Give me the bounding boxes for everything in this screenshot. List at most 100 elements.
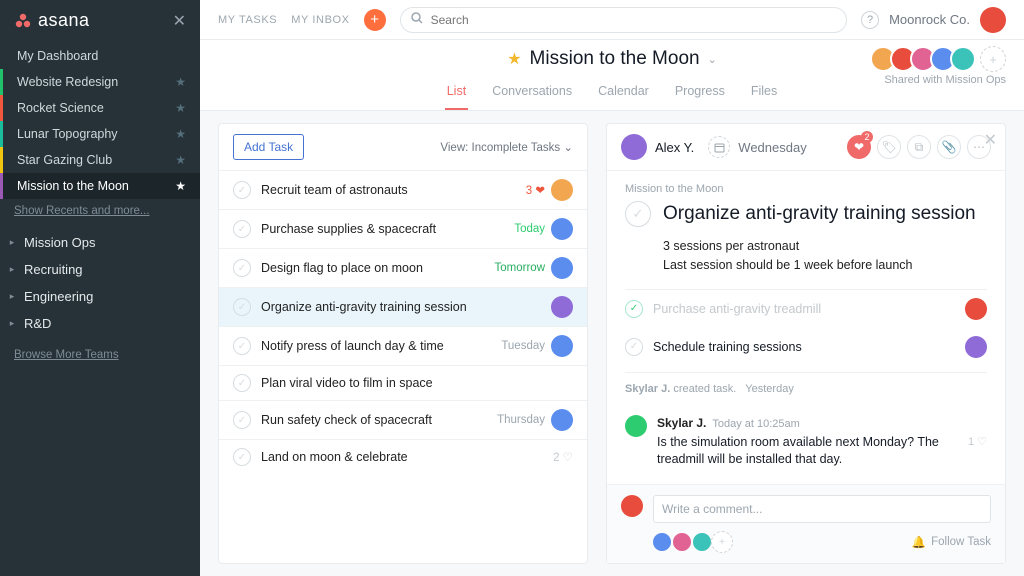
project-title[interactable]: ★ Mission to the Moon ⌄ <box>507 48 717 70</box>
search-input[interactable] <box>431 13 836 27</box>
project-tab[interactable]: List <box>445 78 468 110</box>
team-label: R&D <box>24 316 51 331</box>
task-row-title: Recruit team of astronauts <box>261 183 516 197</box>
add-follower-button[interactable]: + <box>711 531 733 553</box>
team-label: Engineering <box>24 289 93 304</box>
task-row[interactable]: Design flag to place on moonTomorrow <box>219 248 587 287</box>
sidebar-project-item[interactable]: Website Redesign★ <box>0 69 200 95</box>
view-filter[interactable]: View: Incomplete Tasks ⌄ <box>440 140 573 154</box>
star-icon[interactable]: ★ <box>175 179 186 193</box>
task-checkbox[interactable] <box>233 374 251 392</box>
star-icon[interactable]: ★ <box>175 153 186 167</box>
caret-right-icon: ▸ <box>6 237 18 248</box>
sidebar-recents-link[interactable]: Show Recents and more... <box>0 199 200 223</box>
sidebar-project-label: Lunar Topography <box>17 127 118 141</box>
project-tab[interactable]: Progress <box>673 78 727 110</box>
brand-logo: asana <box>14 10 90 31</box>
sidebar-team-item[interactable]: ▸Engineering <box>0 283 200 310</box>
project-tab[interactable]: Conversations <box>490 78 574 110</box>
task-checkbox[interactable] <box>233 220 251 238</box>
subtask-row[interactable]: Purchase anti-gravity treadmill <box>625 290 987 328</box>
task-checkbox[interactable] <box>233 298 251 316</box>
star-icon[interactable]: ★ <box>175 75 186 89</box>
assignee-chip[interactable]: Alex Y. <box>621 134 694 160</box>
help-icon[interactable]: ? <box>861 11 879 29</box>
sidebar-project-item[interactable]: Mission to the Moon ★ <box>0 173 200 199</box>
sidebar-browse-teams-link[interactable]: Browse More Teams <box>0 343 200 367</box>
search-field[interactable] <box>400 7 847 33</box>
quick-add-button[interactable]: + <box>364 9 386 31</box>
task-row[interactable]: Recruit team of astronauts3 ❤ <box>219 170 587 209</box>
topbar-tab-my-inbox[interactable]: MY INBOX <box>291 14 349 26</box>
sidebar-team-item[interactable]: ▸R&D <box>0 310 200 337</box>
member-avatar[interactable] <box>950 46 976 72</box>
chevron-down-icon[interactable]: ⌄ <box>708 53 717 66</box>
follow-task-button[interactable]: 🔔 Follow Task <box>912 535 991 549</box>
task-row[interactable]: Land on moon & celebrate2 ♡ <box>219 439 587 474</box>
activity-author: Skylar J. <box>625 383 670 395</box>
close-icon[interactable]: ✕ <box>984 130 997 150</box>
task-detail-header: Alex Y. Wednesday ❤2 🏷 ⧉ 📎 ⋯ <box>607 124 1005 171</box>
follower-avatar[interactable] <box>671 531 693 553</box>
sidebar-dashboard-label: My Dashboard <box>17 49 98 63</box>
task-checkbox[interactable] <box>233 448 251 466</box>
assignee-avatar <box>551 296 573 318</box>
subtask-checkbox[interactable] <box>625 338 643 356</box>
comment-author: Skylar J. <box>657 416 706 430</box>
due-date-chip[interactable]: Wednesday <box>708 136 806 158</box>
star-icon[interactable]: ★ <box>175 127 186 141</box>
followers-list: + <box>621 531 733 553</box>
subtask-icon[interactable]: ⧉ <box>907 135 931 159</box>
sidebar-team-item[interactable]: ▸ Mission Ops <box>0 229 200 256</box>
sidebar-project-label: Mission to the Moon <box>17 179 129 193</box>
current-user-avatar[interactable] <box>980 7 1006 33</box>
subtask-checkbox[interactable] <box>625 300 643 318</box>
task-title[interactable]: Organize anti-gravity training session <box>663 203 976 225</box>
add-task-button[interactable]: Add Task <box>233 134 304 160</box>
star-icon[interactable]: ★ <box>507 49 521 69</box>
task-description[interactable]: 3 sessions per astronaut Last session sh… <box>625 237 987 275</box>
chevron-down-icon: ⌄ <box>563 142 573 154</box>
assignee-avatar <box>551 179 573 201</box>
task-row[interactable]: Purchase supplies & spacecraftToday <box>219 209 587 248</box>
task-row-title: Organize anti-gravity training session <box>261 300 541 314</box>
task-checkbox[interactable] <box>233 181 251 199</box>
sidebar-project-item[interactable]: Lunar Topography ★ <box>0 121 200 147</box>
assignee-name: Alex Y. <box>655 140 694 155</box>
task-row[interactable]: Notify press of launch day & timeTuesday <box>219 326 587 365</box>
task-row[interactable]: Organize anti-gravity training session <box>219 287 587 326</box>
subtask-row[interactable]: Schedule training sessions <box>625 328 987 366</box>
follower-avatar[interactable] <box>651 531 673 553</box>
comment-body: Is the simulation room available next Mo… <box>657 434 958 469</box>
complete-task-checkbox[interactable] <box>625 201 651 227</box>
tag-icon[interactable]: 🏷 <box>877 135 901 159</box>
project-tab[interactable]: Calendar <box>596 78 651 110</box>
sidebar-dashboard[interactable]: My Dashboard <box>0 43 200 69</box>
team-label: Mission Ops <box>24 235 96 250</box>
sidebar-project-label: Star Gazing Club <box>17 153 112 167</box>
comment-heart-button[interactable]: 1 ♡ <box>968 415 987 469</box>
team-label: Recruiting <box>24 262 83 277</box>
sidebar-project-item[interactable]: Star Gazing Club ★ <box>0 147 200 173</box>
heart-button[interactable]: ❤2 <box>847 135 871 159</box>
add-member-button[interactable]: + <box>980 46 1006 72</box>
calendar-icon <box>708 136 730 158</box>
comment-input[interactable]: Write a comment... <box>653 495 991 523</box>
sidebar-collapse-icon[interactable]: ✕ <box>173 11 186 31</box>
project-tab[interactable]: Files <box>749 78 779 110</box>
star-icon[interactable]: ★ <box>175 101 186 115</box>
attachment-icon[interactable]: 📎 <box>937 135 961 159</box>
subtask-assignee-avatar <box>965 336 987 358</box>
task-checkbox[interactable] <box>233 411 251 429</box>
workspace-name[interactable]: Moonrock Co. <box>889 12 970 27</box>
task-row[interactable]: Plan viral video to film in space <box>219 365 587 400</box>
task-checkbox[interactable] <box>233 337 251 355</box>
topbar-tab-my-tasks[interactable]: MY TASKS <box>218 14 277 26</box>
sidebar-project-item[interactable]: Rocket Science★ <box>0 95 200 121</box>
task-row[interactable]: Run safety check of spacecraftThursday <box>219 400 587 439</box>
follower-avatar[interactable] <box>691 531 713 553</box>
task-checkbox[interactable] <box>233 259 251 277</box>
breadcrumb[interactable]: Mission to the Moon <box>625 183 987 195</box>
task-due-date: Today <box>514 223 545 235</box>
sidebar-team-item[interactable]: ▸Recruiting <box>0 256 200 283</box>
